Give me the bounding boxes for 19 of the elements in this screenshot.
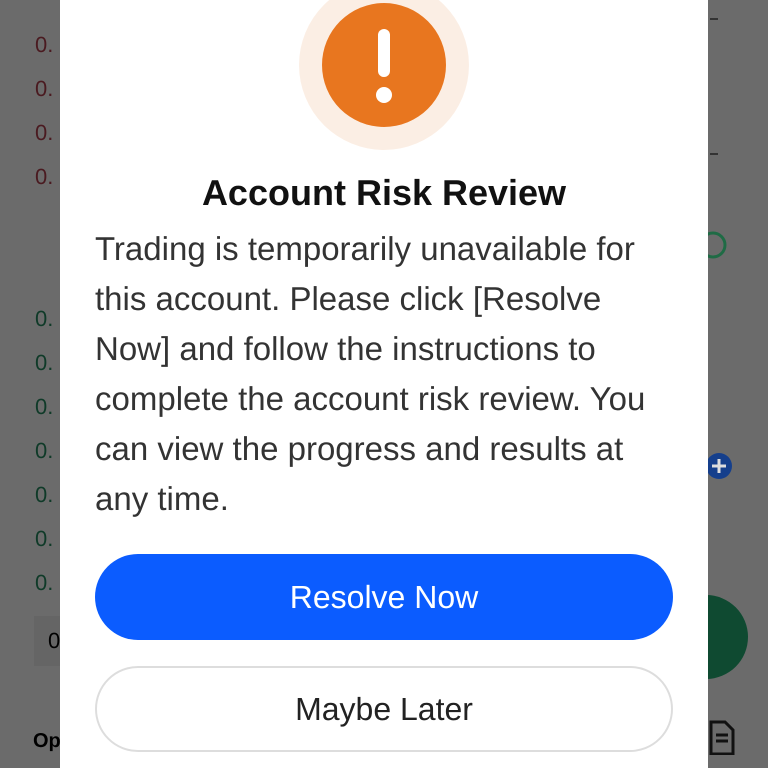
later-button[interactable]: Maybe Later: [95, 666, 673, 752]
price-text: 0.: [35, 122, 54, 144]
price-text: 0.: [35, 34, 54, 56]
price-text: 0.: [35, 396, 54, 418]
dialog-title: Account Risk Review: [202, 172, 566, 214]
price-text: 0.: [35, 528, 54, 550]
dialog-message: Trading is temporarily unavailable for this account. Please click [Resolve Now] and follow the instructions to complete the account risk review. You can view the progress and results at any time.: [95, 229, 646, 519]
resolve-button[interactable]: Resolve Now: [95, 554, 673, 640]
price-text: 0.: [35, 484, 54, 506]
add-icon[interactable]: [708, 452, 734, 480]
price-text: 0.: [35, 352, 54, 374]
section-heading: Op: [33, 730, 60, 753]
price-text: 0.: [35, 166, 54, 188]
price-text: 0.: [35, 308, 54, 330]
circle-button-icon[interactable]: [708, 595, 748, 679]
price-text: 0.: [35, 572, 54, 594]
price-text: 0.: [35, 78, 54, 100]
price-text: 0.: [35, 440, 54, 462]
quantity-field[interactable]: 0: [34, 616, 60, 666]
